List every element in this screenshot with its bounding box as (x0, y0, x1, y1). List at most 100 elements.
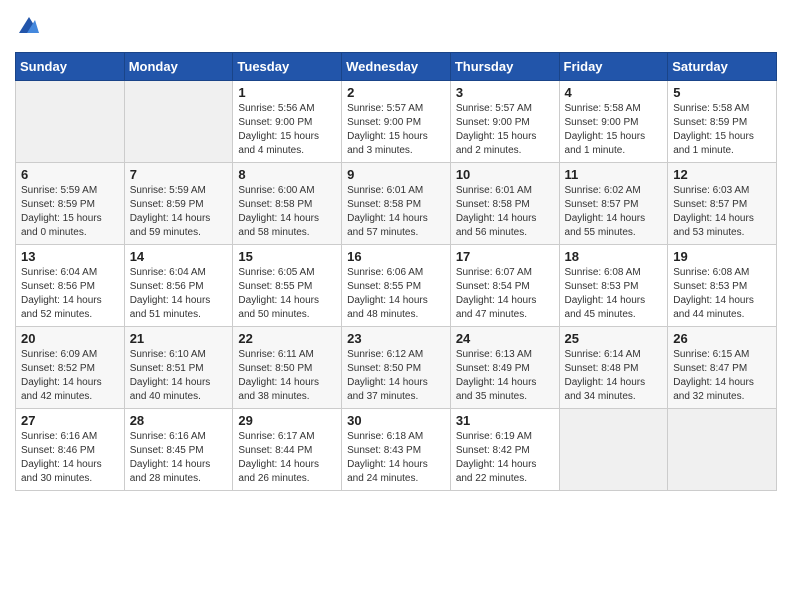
day-info: Sunrise: 6:00 AM Sunset: 8:58 PM Dayligh… (238, 184, 336, 240)
weekday-header-tuesday: Tuesday (233, 53, 342, 81)
calendar-cell: 9 Sunrise: 6:01 AM Sunset: 8:58 PM Daylig… (342, 163, 451, 245)
weekday-header-sunday: Sunday (16, 53, 125, 81)
calendar-cell: 16 Sunrise: 6:06 AM Sunset: 8:55 PM Dayli… (342, 245, 451, 327)
calendar-cell: 17Sunrise: 6:07 AM Sunset: 8:54 PM Dayli… (450, 245, 559, 327)
weekday-header-friday: Friday (559, 53, 668, 81)
day-info: Sunrise: 6:13 AM Sunset: 8:49 PM Dayligh… (456, 348, 554, 404)
calendar-header-row: SundayMondayTuesdayWednesdayThursdayFrid… (16, 53, 777, 81)
day-info: Sunrise: 6:16 AM Sunset: 8:46 PM Dayligh… (21, 430, 119, 486)
day-number: 11 (565, 167, 663, 182)
day-info: Sunrise: 6:17 AM Sunset: 8:44 PM Dayligh… (238, 430, 336, 486)
day-info: Sunrise: 5:57 AM Sunset: 9:00 PM Dayligh… (347, 102, 445, 158)
calendar-cell: 22Sunrise: 6:11 AM Sunset: 8:50 PM Dayli… (233, 327, 342, 409)
day-info: Sunrise: 5:57 AM Sunset: 9:00 PM Dayligh… (456, 102, 554, 158)
calendar-cell: 21 Sunrise: 6:10 AM Sunset: 8:51 PM Dayli… (124, 327, 233, 409)
calendar-cell: 18 Sunrise: 6:08 AM Sunset: 8:53 PM Dayli… (559, 245, 668, 327)
calendar-cell: 25 Sunrise: 6:14 AM Sunset: 8:48 PM Dayli… (559, 327, 668, 409)
calendar-cell: 14 Sunrise: 6:04 AM Sunset: 8:56 PM Dayli… (124, 245, 233, 327)
calendar-cell: 6 Sunrise: 5:59 AM Sunset: 8:59 PM Daylig… (16, 163, 125, 245)
weekday-header-saturday: Saturday (668, 53, 777, 81)
day-number: 18 (565, 249, 663, 264)
day-number: 15 (238, 249, 336, 264)
calendar-cell: 13 Sunrise: 6:04 AM Sunset: 8:56 PM Dayli… (16, 245, 125, 327)
day-number: 23 (347, 331, 445, 346)
day-number: 16 (347, 249, 445, 264)
day-info: Sunrise: 6:09 AM Sunset: 8:52 PM Dayligh… (21, 348, 119, 404)
day-info: Sunrise: 6:08 AM Sunset: 8:53 PM Dayligh… (565, 266, 663, 322)
calendar-cell: 8Sunrise: 6:00 AM Sunset: 8:58 PM Daylig… (233, 163, 342, 245)
day-number: 27 (21, 413, 119, 428)
day-number: 5 (673, 85, 771, 100)
calendar-cell: 11 Sunrise: 6:02 AM Sunset: 8:57 PM Dayli… (559, 163, 668, 245)
calendar-cell (668, 409, 777, 491)
day-info: Sunrise: 6:04 AM Sunset: 8:56 PM Dayligh… (130, 266, 228, 322)
day-info: Sunrise: 6:01 AM Sunset: 8:58 PM Dayligh… (347, 184, 445, 240)
calendar-cell: 31 Sunrise: 6:19 AM Sunset: 8:42 PM Dayli… (450, 409, 559, 491)
day-number: 9 (347, 167, 445, 182)
day-info: Sunrise: 6:08 AM Sunset: 8:53 PM Dayligh… (673, 266, 771, 322)
day-number: 25 (565, 331, 663, 346)
calendar-cell: 15 Sunrise: 6:05 AM Sunset: 8:55 PM Dayli… (233, 245, 342, 327)
calendar-body: 1Sunrise: 5:56 AM Sunset: 9:00 PM Daylig… (16, 81, 777, 491)
calendar-cell: 10 Sunrise: 6:01 AM Sunset: 8:58 PM Dayli… (450, 163, 559, 245)
calendar-cell (16, 81, 125, 163)
day-info: Sunrise: 6:19 AM Sunset: 8:42 PM Dayligh… (456, 430, 554, 486)
day-info: Sunrise: 6:07 AM Sunset: 8:54 PM Dayligh… (456, 266, 554, 322)
calendar-cell: 4Sunrise: 5:58 AM Sunset: 9:00 PM Daylig… (559, 81, 668, 163)
day-number: 12 (673, 167, 771, 182)
day-info: Sunrise: 6:18 AM Sunset: 8:43 PM Dayligh… (347, 430, 445, 486)
day-number: 7 (130, 167, 228, 182)
day-info: Sunrise: 6:14 AM Sunset: 8:48 PM Dayligh… (565, 348, 663, 404)
page-header (15, 15, 777, 42)
day-info: Sunrise: 6:05 AM Sunset: 8:55 PM Dayligh… (238, 266, 336, 322)
day-info: Sunrise: 6:04 AM Sunset: 8:56 PM Dayligh… (21, 266, 119, 322)
day-number: 31 (456, 413, 554, 428)
day-info: Sunrise: 6:01 AM Sunset: 8:58 PM Dayligh… (456, 184, 554, 240)
day-info: Sunrise: 5:59 AM Sunset: 8:59 PM Dayligh… (21, 184, 119, 240)
day-number: 13 (21, 249, 119, 264)
calendar-week-row: 13 Sunrise: 6:04 AM Sunset: 8:56 PM Dayli… (16, 245, 777, 327)
logo-general-text (15, 15, 39, 42)
day-number: 14 (130, 249, 228, 264)
calendar-cell (124, 81, 233, 163)
day-number: 24 (456, 331, 554, 346)
day-number: 2 (347, 85, 445, 100)
day-info: Sunrise: 5:59 AM Sunset: 8:59 PM Dayligh… (130, 184, 228, 240)
day-info: Sunrise: 6:16 AM Sunset: 8:45 PM Dayligh… (130, 430, 228, 486)
day-info: Sunrise: 6:02 AM Sunset: 8:57 PM Dayligh… (565, 184, 663, 240)
calendar-cell (559, 409, 668, 491)
calendar-cell: 3 Sunrise: 5:57 AM Sunset: 9:00 PM Daylig… (450, 81, 559, 163)
calendar-table: SundayMondayTuesdayWednesdayThursdayFrid… (15, 52, 777, 491)
day-number: 22 (238, 331, 336, 346)
calendar-cell: 30 Sunrise: 6:18 AM Sunset: 8:43 PM Dayli… (342, 409, 451, 491)
logo (15, 15, 43, 42)
weekday-header-thursday: Thursday (450, 53, 559, 81)
calendar-cell: 12 Sunrise: 6:03 AM Sunset: 8:57 PM Dayli… (668, 163, 777, 245)
logo-icon (17, 15, 39, 37)
day-number: 21 (130, 331, 228, 346)
day-number: 30 (347, 413, 445, 428)
calendar-cell: 19Sunrise: 6:08 AM Sunset: 8:53 PM Dayli… (668, 245, 777, 327)
day-number: 26 (673, 331, 771, 346)
day-info: Sunrise: 5:56 AM Sunset: 9:00 PM Dayligh… (238, 102, 336, 158)
calendar-cell: 2 Sunrise: 5:57 AM Sunset: 9:00 PM Daylig… (342, 81, 451, 163)
calendar-cell: 1Sunrise: 5:56 AM Sunset: 9:00 PM Daylig… (233, 81, 342, 163)
day-info: Sunrise: 5:58 AM Sunset: 8:59 PM Dayligh… (673, 102, 771, 158)
day-info: Sunrise: 6:12 AM Sunset: 8:50 PM Dayligh… (347, 348, 445, 404)
day-number: 10 (456, 167, 554, 182)
day-info: Sunrise: 6:06 AM Sunset: 8:55 PM Dayligh… (347, 266, 445, 322)
day-number: 28 (130, 413, 228, 428)
calendar-cell: 27 Sunrise: 6:16 AM Sunset: 8:46 PM Dayli… (16, 409, 125, 491)
day-number: 6 (21, 167, 119, 182)
day-number: 29 (238, 413, 336, 428)
day-info: Sunrise: 6:03 AM Sunset: 8:57 PM Dayligh… (673, 184, 771, 240)
calendar-cell: 29 Sunrise: 6:17 AM Sunset: 8:44 PM Dayli… (233, 409, 342, 491)
day-info: Sunrise: 6:15 AM Sunset: 8:47 PM Dayligh… (673, 348, 771, 404)
day-number: 3 (456, 85, 554, 100)
day-info: Sunrise: 6:10 AM Sunset: 8:51 PM Dayligh… (130, 348, 228, 404)
day-info: Sunrise: 5:58 AM Sunset: 9:00 PM Dayligh… (565, 102, 663, 158)
calendar-cell: 23 Sunrise: 6:12 AM Sunset: 8:50 PM Dayli… (342, 327, 451, 409)
day-number: 20 (21, 331, 119, 346)
calendar-cell: 26 Sunrise: 6:15 AM Sunset: 8:47 PM Dayli… (668, 327, 777, 409)
calendar-cell: 24 Sunrise: 6:13 AM Sunset: 8:49 PM Dayli… (450, 327, 559, 409)
